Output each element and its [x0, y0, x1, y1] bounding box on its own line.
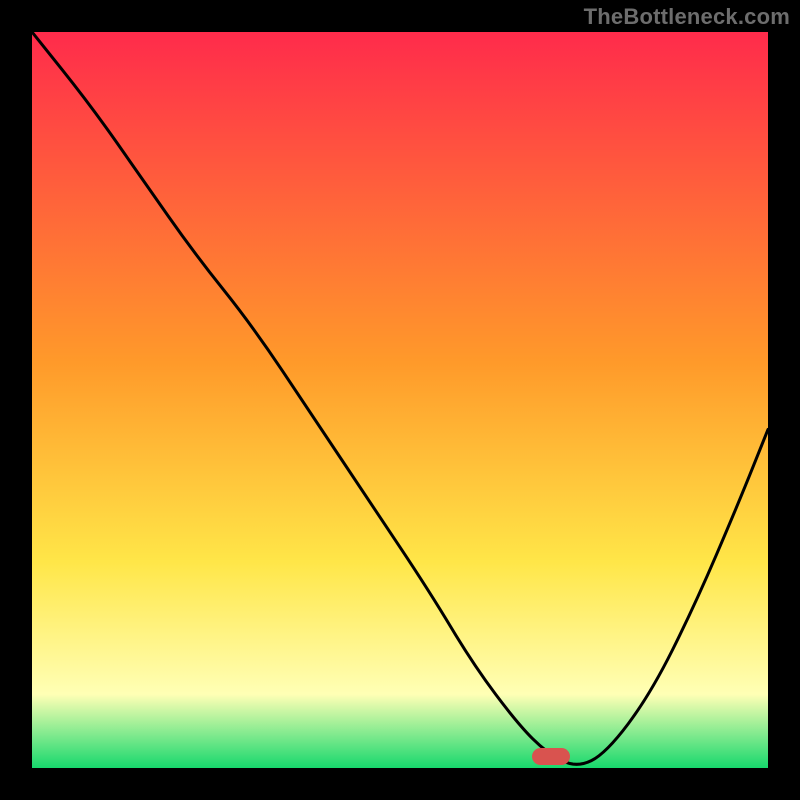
optimal-marker	[532, 748, 570, 765]
chart-frame: TheBottleneck.com	[0, 0, 800, 800]
watermark-text: TheBottleneck.com	[584, 4, 790, 30]
plot-area	[32, 32, 768, 768]
bottleneck-curve	[32, 32, 768, 768]
